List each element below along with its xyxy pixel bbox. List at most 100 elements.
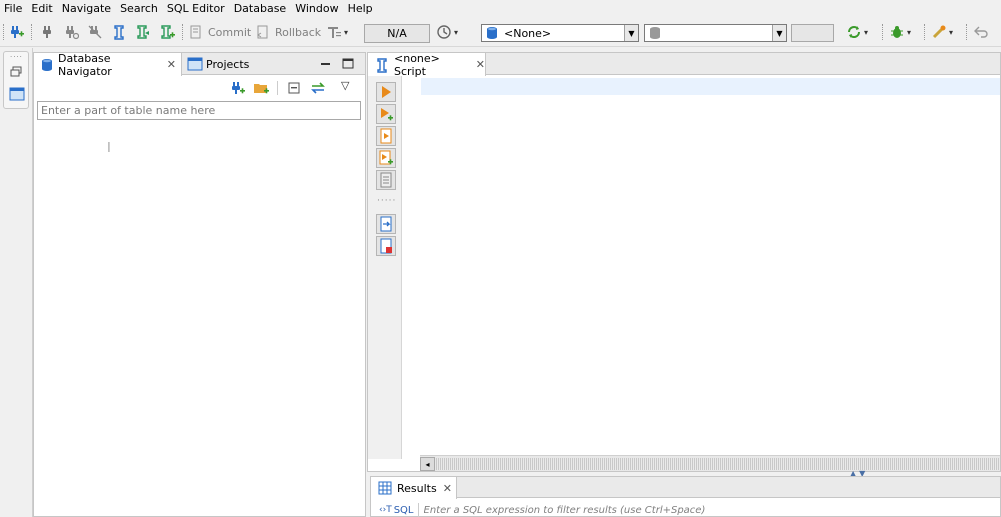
scroll-left-icon[interactable]: ◂: [420, 457, 435, 471]
menu-navigate[interactable]: Navigate: [62, 2, 111, 15]
tab-label: <none> Script: [394, 51, 440, 78]
plug-disconnect-icon: [87, 24, 103, 40]
tab-label: Database Navigator: [58, 51, 112, 78]
reconnect-button[interactable]: [63, 23, 79, 41]
sql-editor-panel: <none> Script ✕ ····· ◂: [367, 52, 1001, 472]
rollback-button[interactable]: Rollback: [255, 23, 321, 41]
toolbar-grip: [3, 24, 4, 40]
commit-button[interactable]: Commit: [188, 23, 251, 41]
transaction-mode-icon: [326, 24, 342, 40]
editor-side-toolbar: ·····: [368, 76, 402, 459]
menu-search[interactable]: Search: [120, 2, 158, 15]
sql-script-icon: [374, 57, 390, 73]
chevron-down-icon[interactable]: ▼: [624, 25, 638, 41]
menu-window[interactable]: Window: [295, 2, 338, 15]
explain-plan-button[interactable]: [376, 170, 396, 190]
tab-results[interactable]: Results ✕: [371, 477, 457, 499]
chevron-down-icon: ▾: [907, 27, 912, 37]
maximize-icon: [340, 56, 356, 72]
menu-bar: File Edit Navigate Search SQL Editor Dat…: [0, 0, 1001, 17]
tools-button[interactable]: ▾: [931, 23, 953, 41]
execute-statement-button[interactable]: [376, 82, 396, 102]
result-set-fetch-size[interactable]: [791, 24, 834, 42]
minimize-icon: [318, 56, 334, 72]
toolbar-separator: [277, 81, 278, 95]
back-arrow-icon: [973, 24, 989, 40]
load-script-button[interactable]: [376, 214, 396, 234]
rollback-label: Rollback: [275, 25, 322, 39]
collapse-all-button[interactable]: [286, 80, 302, 99]
restore-icon: [9, 64, 25, 80]
chevron-down-icon: ▾: [949, 27, 954, 37]
toolbar-separator: [182, 24, 183, 40]
active-datasource-combo[interactable]: <None> ▼: [481, 24, 639, 42]
grid-icon: [377, 480, 393, 496]
plug-plus-icon: [8, 24, 24, 40]
new-connection-button[interactable]: [229, 80, 245, 99]
plug-refresh-icon: [63, 24, 79, 40]
close-icon[interactable]: ✕: [476, 58, 485, 71]
chevron-down-icon[interactable]: ▼: [772, 25, 786, 41]
menu-help[interactable]: Help: [348, 2, 373, 15]
plug-icon: [39, 24, 55, 40]
sql-text-icon: ‹›T: [379, 505, 392, 515]
connect-button[interactable]: [39, 23, 55, 41]
import-file-icon: [378, 216, 394, 232]
projects-view-button[interactable]: [9, 86, 25, 105]
navigate-back-button[interactable]: [973, 23, 989, 41]
scroll-track[interactable]: [436, 458, 1000, 470]
sql-text-area[interactable]: [421, 76, 1000, 454]
debug-button[interactable]: ▾: [889, 23, 911, 41]
sql-filter-toggle[interactable]: ‹›T SQL: [375, 503, 419, 517]
save-script-button[interactable]: [376, 236, 396, 256]
transaction-mode-indicator[interactable]: N/A: [364, 24, 430, 43]
view-menu-button[interactable]: ▽: [341, 79, 349, 92]
toolbar-separator: [966, 24, 967, 40]
folder-plus-icon: [253, 80, 269, 96]
plug-plus-icon: [229, 80, 245, 96]
new-script-button[interactable]: [135, 23, 151, 41]
script-run-icon: [378, 128, 394, 144]
export-file-icon: [378, 238, 394, 254]
horizontal-scrollbar[interactable]: ◂: [420, 455, 1000, 471]
sql-editor-button[interactable]: [111, 23, 127, 41]
tab-database-navigator[interactable]: Database Navigator ✕: [34, 51, 182, 78]
script-run-plus-icon: [378, 150, 394, 166]
tab-script[interactable]: <none> Script ✕: [368, 51, 486, 78]
close-icon[interactable]: ✕: [167, 58, 176, 71]
toolbar-separator: [31, 24, 32, 40]
transaction-mode-button[interactable]: ▾: [326, 23, 348, 41]
new-connection-button[interactable]: [8, 23, 24, 41]
execute-script-button[interactable]: [376, 126, 396, 146]
minimize-button[interactable]: [318, 56, 334, 75]
menu-edit[interactable]: Edit: [31, 2, 52, 15]
maximize-button[interactable]: [340, 56, 356, 75]
execute-script-new-tab-button[interactable]: [376, 148, 396, 168]
execute-in-new-tab-button[interactable]: [376, 104, 396, 124]
disconnect-button[interactable]: [87, 23, 103, 41]
refresh-button[interactable]: ▾: [846, 23, 868, 41]
menu-sql-editor[interactable]: SQL Editor: [167, 2, 225, 15]
new-folder-button[interactable]: [253, 80, 269, 99]
menu-database[interactable]: Database: [234, 2, 287, 15]
results-filter-input[interactable]: [418, 504, 979, 516]
new-script-icon: [135, 24, 151, 40]
table-filter-input[interactable]: [37, 101, 361, 120]
tab-projects[interactable]: Projects: [182, 53, 278, 75]
results-tabs: Results ✕: [371, 477, 1000, 499]
history-icon: [436, 24, 452, 40]
link-with-editor-button[interactable]: [310, 80, 326, 99]
open-recent-script-button[interactable]: [159, 23, 175, 41]
active-schema-combo[interactable]: ▼: [644, 24, 787, 42]
restore-button[interactable]: [9, 64, 25, 83]
commit-label: Commit: [208, 25, 252, 39]
plan-icon: [378, 172, 394, 188]
menu-file[interactable]: File: [4, 2, 22, 15]
chevron-down-icon: ▾: [454, 27, 459, 37]
toolbar-separator: [924, 24, 925, 40]
editor-tabs: <none> Script ✕: [368, 51, 1000, 78]
close-icon[interactable]: ✕: [443, 482, 452, 495]
recent-script-icon: [159, 24, 175, 40]
collapse-all-icon: [286, 80, 302, 96]
transaction-log-button[interactable]: ▾: [436, 23, 458, 41]
